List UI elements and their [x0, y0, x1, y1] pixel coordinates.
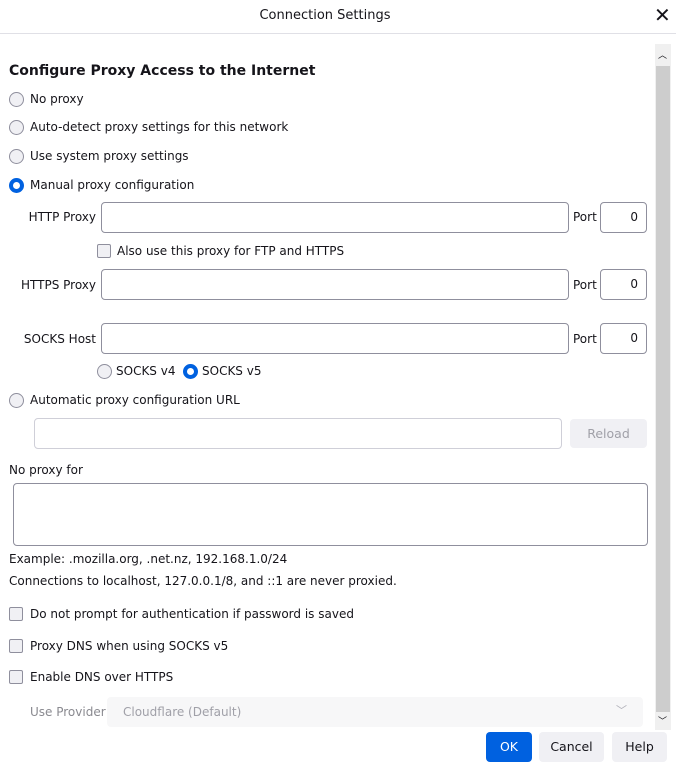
provider-value: Cloudflare (Default) [123, 705, 242, 719]
socks-host-label: SOCKS Host [23, 332, 96, 346]
ok-button[interactable]: OK [486, 732, 532, 762]
radio-socks-v4[interactable] [97, 364, 112, 379]
checkbox-label[interactable]: Proxy DNS when using SOCKS v5 [30, 639, 228, 653]
radio-label[interactable]: Use system proxy settings [30, 149, 189, 163]
divider [0, 33, 676, 34]
section-heading: Configure Proxy Access to the Internet [9, 63, 316, 79]
also-use-checkbox[interactable] [97, 244, 111, 258]
port-label: Port [573, 210, 597, 224]
socks-port-input[interactable]: 0 [600, 323, 647, 354]
http-proxy-label: HTTP Proxy [28, 210, 96, 224]
dns-over-https-checkbox[interactable] [9, 670, 23, 684]
provider-select[interactable]: Cloudflare (Default) ﹀ [107, 697, 643, 727]
close-icon[interactable]: ✕ [654, 3, 671, 27]
scrollbar-thumb[interactable] [656, 66, 670, 712]
radio-label[interactable]: SOCKS v5 [202, 364, 261, 378]
http-proxy-input[interactable] [101, 202, 569, 233]
radio-label[interactable]: No proxy [30, 92, 84, 106]
cancel-button[interactable]: Cancel [539, 732, 604, 762]
radio-socks-v5[interactable] [183, 364, 198, 379]
reload-button[interactable]: Reload [570, 419, 647, 448]
proxy-dns-checkbox[interactable] [9, 639, 23, 653]
radio-manual-proxy[interactable] [9, 178, 24, 193]
https-proxy-input[interactable] [101, 269, 569, 300]
radio-label[interactable]: Auto-detect proxy settings for this netw… [30, 120, 288, 134]
example-text: Example: .mozilla.org, .net.nz, 192.168.… [9, 552, 288, 566]
dialog-title: Connection Settings [259, 8, 391, 23]
chevron-down-icon: ﹀ [616, 704, 627, 717]
https-port-input[interactable]: 0 [600, 269, 647, 300]
radio-auto-detect[interactable] [9, 120, 24, 135]
https-proxy-label: HTTPS Proxy [20, 278, 96, 292]
radio-no-proxy[interactable] [9, 92, 24, 107]
checkbox-label[interactable]: Do not prompt for authentication if pass… [30, 607, 354, 621]
http-port-input[interactable]: 0 [600, 202, 647, 233]
radio-label[interactable]: Automatic proxy configuration URL [30, 393, 240, 407]
no-proxy-textarea[interactable] [13, 483, 648, 546]
socks-host-input[interactable] [101, 323, 569, 354]
localhost-note: Connections to localhost, 127.0.0.1/8, a… [9, 574, 397, 588]
scroll-down-icon[interactable]: ﹀ [658, 714, 667, 727]
radio-system-proxy[interactable] [9, 149, 24, 164]
auto-proxy-url-input[interactable] [34, 418, 562, 449]
no-auth-prompt-checkbox[interactable] [9, 607, 23, 621]
scroll-up-icon[interactable]: ︿ [658, 48, 667, 61]
radio-auto-proxy-url[interactable] [9, 393, 24, 408]
no-proxy-label: No proxy for [9, 463, 83, 477]
checkbox-label[interactable]: Also use this proxy for FTP and HTTPS [117, 244, 344, 258]
radio-label[interactable]: SOCKS v4 [116, 364, 175, 378]
port-label: Port [573, 278, 597, 292]
radio-label[interactable]: Manual proxy configuration [30, 178, 194, 192]
provider-label: Use Provider [30, 705, 106, 719]
help-button[interactable]: Help [612, 732, 667, 762]
port-label: Port [573, 332, 597, 346]
checkbox-label[interactable]: Enable DNS over HTTPS [30, 670, 173, 684]
